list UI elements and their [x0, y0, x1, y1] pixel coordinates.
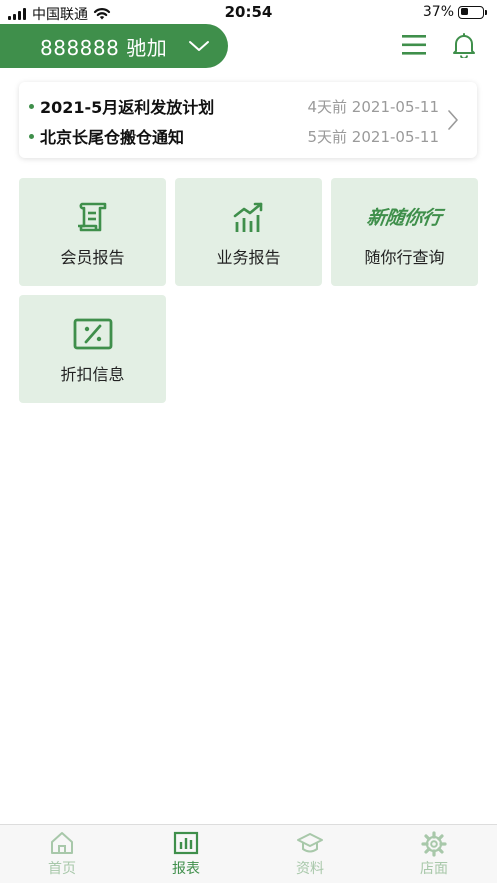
tile-suinixing-query[interactable]: 新随你行 随你行查询: [331, 178, 478, 286]
tab-reports[interactable]: 报表: [136, 831, 236, 877]
tile-icon-wrap: [175, 200, 322, 236]
tab-icon-wrap: [384, 831, 484, 857]
tab-label: 报表: [172, 861, 200, 877]
bullet-dot: [29, 133, 34, 139]
tile-discount-info[interactable]: 折扣信息: [19, 295, 166, 403]
tab-label: 资料: [296, 861, 324, 877]
bell-icon[interactable]: [452, 32, 476, 58]
scroll-icon: [77, 202, 106, 232]
store-selector[interactable]: 888888 驰加: [0, 24, 228, 68]
tab-label: 首页: [48, 861, 76, 877]
tile-label: 随你行查询: [364, 248, 445, 267]
battery-cap: [485, 9, 487, 15]
battery-percent: 37%: [422, 4, 454, 20]
notice-date: 5天前 2021-05-11: [307, 127, 440, 146]
tab-store[interactable]: 店面: [384, 831, 484, 877]
tab-icon-wrap: [260, 831, 360, 857]
notice-title: 北京长尾仓搬仓通知: [40, 128, 185, 147]
chevron-down-icon: [189, 41, 209, 51]
tile-icon-wrap: 新随你行: [331, 200, 478, 236]
discount-ticket-icon: [73, 318, 112, 350]
notice-item[interactable]: 北京长尾仓搬仓通知 5天前 2021-05-11: [19, 124, 439, 148]
tile-member-report[interactable]: 会员报告: [19, 178, 166, 286]
gear-icon: [421, 831, 447, 857]
store-name: 888888 驰加: [40, 35, 168, 60]
tile-label: 折扣信息: [60, 365, 125, 384]
notice-title: 2021-5月返利发放计划: [40, 98, 215, 117]
menu-icon[interactable]: [402, 34, 426, 56]
battery-level: [460, 8, 468, 15]
brand-logo: 新随你行: [365, 207, 444, 229]
tab-label: 店面: [420, 861, 448, 877]
chevron-right-icon[interactable]: [447, 109, 459, 131]
tile-label: 业务报告: [216, 248, 281, 267]
notice-card[interactable]: 2021-5月返利发放计划 4天前 2021-05-11 北京长尾仓搬仓通知 5…: [19, 82, 477, 158]
trend-chart-icon: [233, 202, 262, 232]
tile-business-report[interactable]: 业务报告: [175, 178, 322, 286]
tile-label: 会员报告: [60, 248, 125, 267]
status-right: 37%: [423, 4, 487, 20]
tab-bar: 首页 报表 资料 店面: [0, 824, 497, 883]
tab-icon-wrap: [136, 831, 236, 857]
notice-item[interactable]: 2021-5月返利发放计划 4天前 2021-05-11: [19, 94, 439, 118]
battery-icon: [458, 5, 484, 19]
bullet-dot: [29, 103, 34, 109]
home-icon: [51, 832, 73, 854]
tab-icon-wrap: [12, 831, 112, 857]
tab-materials[interactable]: 资料: [260, 831, 360, 877]
tile-icon-wrap: [19, 200, 166, 236]
tab-home[interactable]: 首页: [12, 831, 112, 877]
bar-chart-icon: [173, 831, 199, 855]
tile-icon-wrap: [19, 317, 166, 353]
graduation-cap-icon: [297, 833, 323, 853]
notice-date: 4天前 2021-05-11: [307, 97, 440, 116]
status-bar: 中国联通 20:54 37%: [0, 0, 497, 26]
